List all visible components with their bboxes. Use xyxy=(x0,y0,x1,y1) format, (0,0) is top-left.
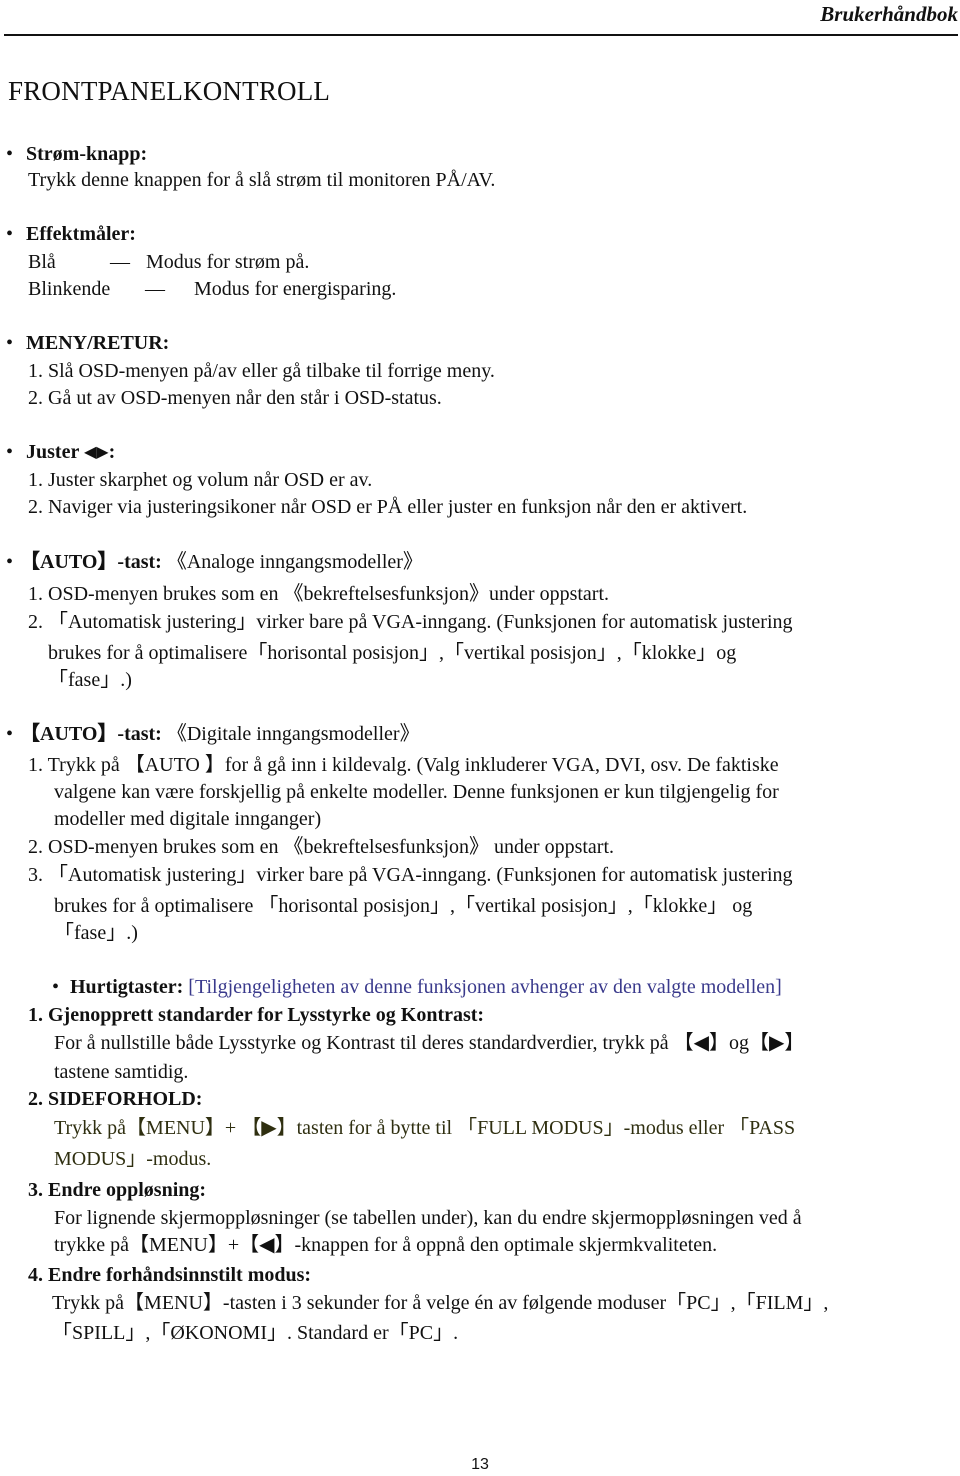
hotkey-title: 2. SIDEFORHOLD: xyxy=(28,1088,203,1110)
auto-key-label: 【AUTO】-tast: xyxy=(20,551,162,573)
meter-row-dash: — xyxy=(145,278,165,300)
bullet-icon: • xyxy=(6,332,14,354)
list-item: 1. Trykk på 【AUTO 】for å gå inn i kildev… xyxy=(28,754,779,776)
section-subheading: 《Analoge inngangsmodeller》 xyxy=(166,551,423,573)
list-item: 2. OSD-menyen brukes som en 《bekreftelse… xyxy=(28,836,614,858)
hotkey-title: 1. Gjenopprett standarder for Lysstyrke … xyxy=(28,1004,485,1026)
list-item-continued: modeller med digitale innganger) xyxy=(54,808,322,830)
adjust-label: Juster xyxy=(26,441,79,463)
bullet-icon: • xyxy=(6,723,14,745)
bullet-icon: • xyxy=(52,976,60,998)
hotkey-text: Trykk på【MENU】-tasten i 3 sekunder for å… xyxy=(52,1292,829,1314)
hotkey-text: 「SPILL」,「ØKONOMI」. Standard er「PC」. xyxy=(52,1322,459,1344)
list-item: 1. OSD-menyen brukes som en 《bekreftelse… xyxy=(28,583,609,605)
list-item: 3. 「Automatisk justering」virker bare på … xyxy=(28,864,793,886)
hotkey-text: tastene samtidig. xyxy=(54,1061,189,1083)
auto-key-label: 【AUTO】-tast: xyxy=(20,723,162,745)
hotkey-text: For lignende skjermoppløsninger (se tabe… xyxy=(54,1207,802,1229)
page-number: 13 xyxy=(471,1456,489,1473)
bullet-icon: • xyxy=(6,223,14,245)
list-item: 1. Slå OSD-menyen på/av eller gå tilbake… xyxy=(28,360,495,382)
header-divider xyxy=(4,34,958,36)
meter-row-dash: — xyxy=(110,251,130,273)
section-text: Trykk denne knappen for å slå strøm til … xyxy=(28,169,496,191)
adjust-suffix: : xyxy=(108,441,116,463)
left-arrow-icon: ◀ xyxy=(83,444,97,461)
bullet-icon: • xyxy=(6,551,14,573)
header-title: Brukerhåndbok xyxy=(820,2,958,26)
bullet-icon: • xyxy=(6,441,14,463)
list-item-continued: 「fase」.) xyxy=(54,922,138,944)
list-item: 2. 「Automatisk justering」virker bare på … xyxy=(28,611,793,633)
hotkey-text: For å nullstille både Lysstyrke og Kontr… xyxy=(54,1032,805,1054)
list-item: 1. Juster skarphet og volum når OSD er a… xyxy=(28,469,373,491)
hotkey-text: trykke på【MENU】+【◀】-knappen for å oppnå … xyxy=(54,1234,718,1256)
hotkeys-note: [Tilgjengeligheten av denne funksjonen a… xyxy=(188,976,782,998)
list-item-continued: 「fase」.) xyxy=(48,669,132,691)
hotkey-title: 3. Endre oppløsning: xyxy=(28,1179,207,1201)
section-heading: Hurtigtaster: [Tilgjengeligheten av denn… xyxy=(70,975,782,999)
bullet-icon: • xyxy=(6,143,14,165)
hotkeys-label: Hurtigtaster: xyxy=(70,976,184,998)
meter-row-label: Blå xyxy=(28,251,56,273)
meter-row-label: Blinkende xyxy=(28,278,111,300)
section-heading: 【AUTO】-tast: 《Digitale inngangsmodeller》 xyxy=(20,722,420,746)
section-heading: MENY/RETUR: xyxy=(26,332,170,354)
list-item-continued: valgene kan være forskjellig på enkelte … xyxy=(54,781,779,803)
list-item: 2. Naviger via justeringsikoner når OSD … xyxy=(28,496,748,518)
section-heading: Strøm-knapp: xyxy=(26,143,148,165)
section-heading: 【AUTO】-tast: 《Analoge inngangsmodeller》 xyxy=(20,550,423,574)
right-arrow-icon: ▶ xyxy=(96,444,109,461)
section-heading: Juster ◀▶: xyxy=(26,440,115,465)
list-item: 2. Gå ut av OSD-menyen når den står i OS… xyxy=(28,387,442,409)
meter-row-desc: Modus for strøm på. xyxy=(146,251,310,273)
list-item-continued: brukes for å optimalisere 「horisontal po… xyxy=(54,895,753,917)
section-heading: Effektmåler: xyxy=(26,223,136,245)
hotkey-text: MODUS」-modus. xyxy=(54,1148,212,1170)
hotkey-text: Trykk på【MENU】+ 【▶】tasten for å bytte ti… xyxy=(54,1117,796,1139)
section-subheading: 《Digitale inngangsmodeller》 xyxy=(166,723,420,745)
meter-row-desc: Modus for energisparing. xyxy=(194,278,397,300)
hotkey-title: 4. Endre forhåndsinnstilt modus: xyxy=(28,1264,312,1286)
list-item-continued: brukes for å optimalisere「horisontal pos… xyxy=(48,642,737,664)
page-title: FRONTPANELKONTROLL xyxy=(8,76,331,106)
